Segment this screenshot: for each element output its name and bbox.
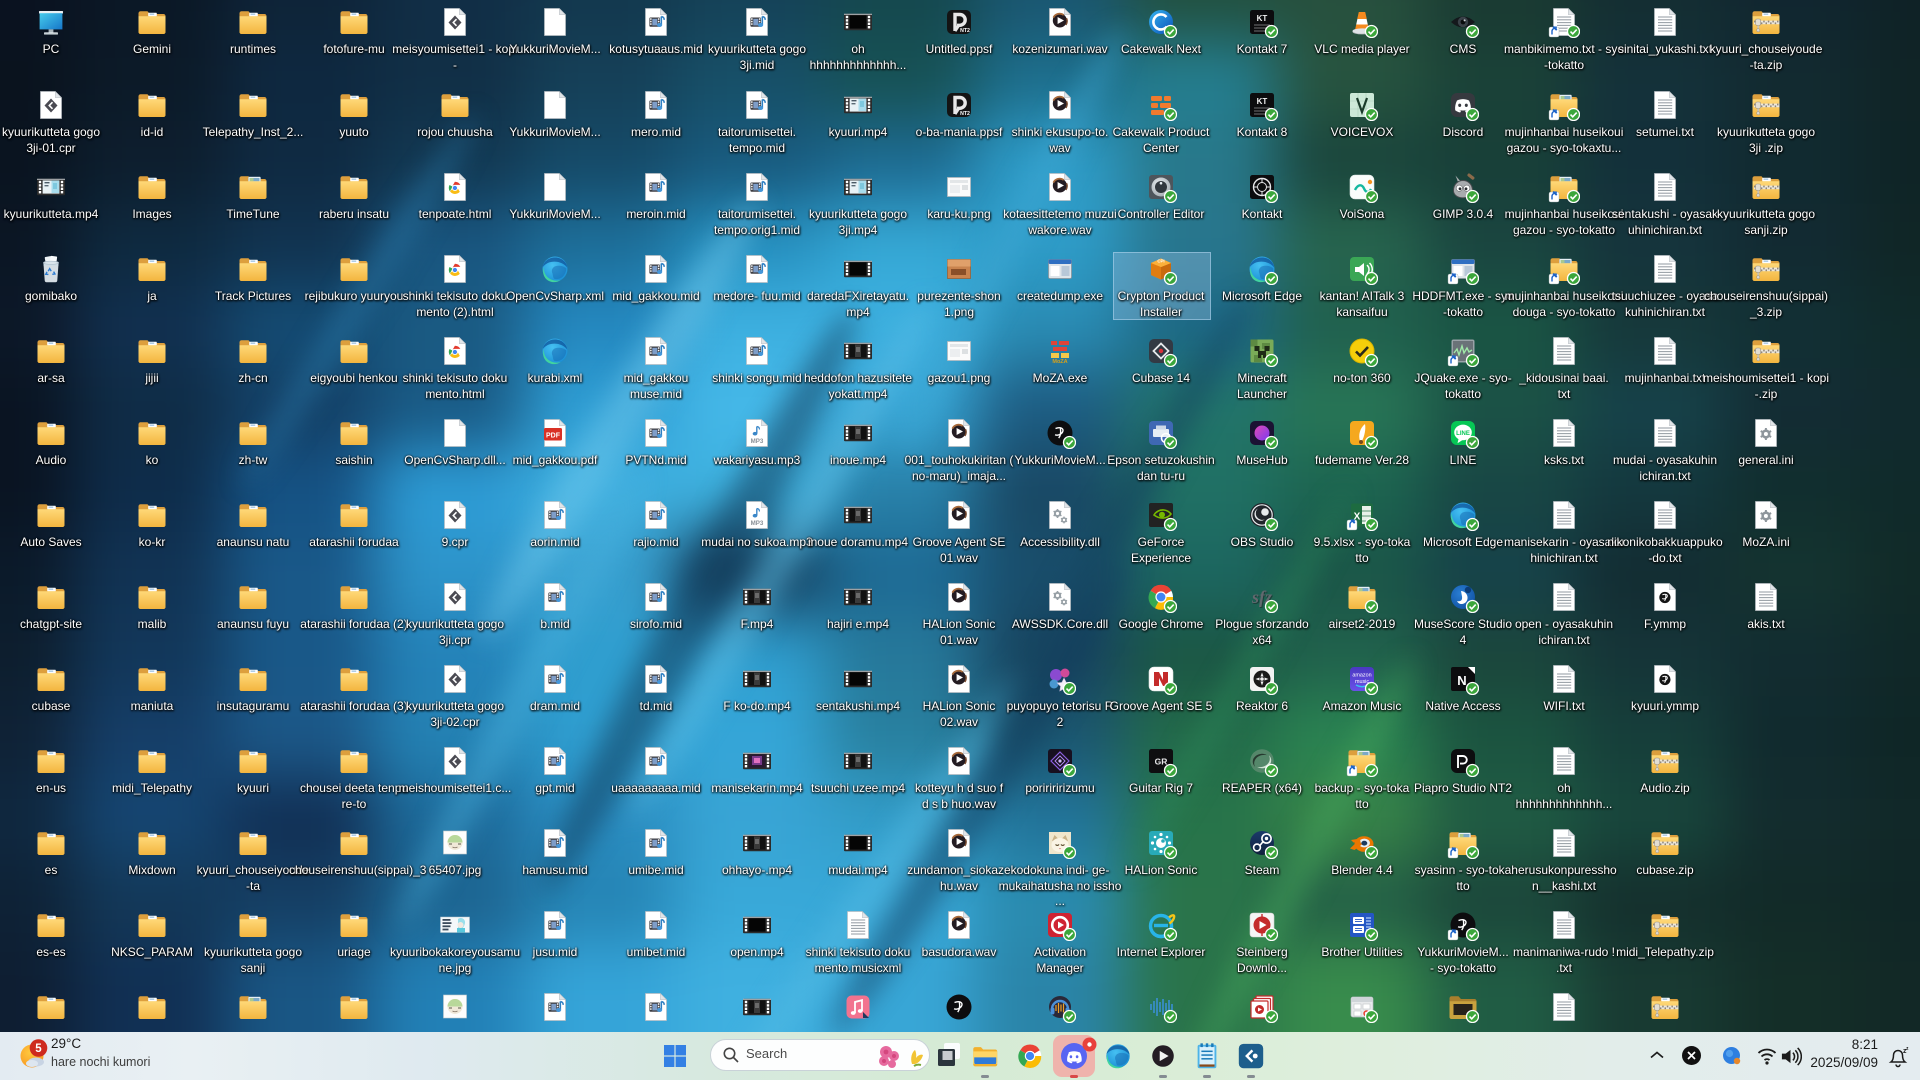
- svg-text:5: 5: [35, 1043, 42, 1055]
- svg-text:z: z: [1906, 1046, 1909, 1052]
